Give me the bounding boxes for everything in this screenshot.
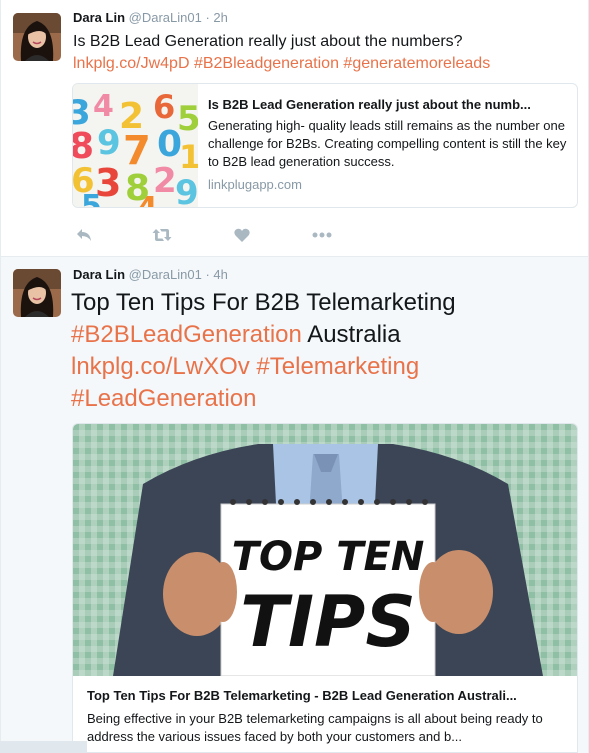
avatar[interactable] xyxy=(13,13,61,61)
tweet-text: Top Ten Tips For B2B Telemarketing #B2BL… xyxy=(71,287,581,415)
card-title[interactable]: Is B2B Lead Generation really just about… xyxy=(208,96,570,113)
link-card[interactable]: TOP TEN TIPS Top Ten Tips For B2B Telema… xyxy=(72,423,578,753)
svg-text:1: 1 xyxy=(179,138,198,176)
tweet[interactable]: Dara Lin @DaraLin01 · 2h Is B2B Lead Gen… xyxy=(0,0,589,257)
tweet-header: Dara Lin @DaraLin01 · 4h xyxy=(73,267,228,282)
card-body: Top Ten Tips For B2B Telemarketing - B2B… xyxy=(87,687,567,746)
tweet-header: Dara Lin @DaraLin01 · 2h xyxy=(73,10,228,25)
tweet-text-line: Is B2B Lead Generation really just about… xyxy=(73,33,463,50)
short-link[interactable]: lnkplg.co/Jw4pD xyxy=(73,55,190,72)
author-name[interactable]: Dara Lin xyxy=(73,10,125,25)
svg-text:9: 9 xyxy=(175,173,198,208)
avatar[interactable] xyxy=(13,269,61,317)
separator: · xyxy=(205,10,210,25)
timestamp[interactable]: 2h xyxy=(213,10,227,25)
card-title[interactable]: Top Ten Tips For B2B Telemarketing - B2B… xyxy=(87,687,567,704)
svg-text:4: 4 xyxy=(93,89,114,124)
reply-icon[interactable] xyxy=(73,226,95,244)
hashtag-link[interactable]: #B2BLeadGeneration xyxy=(71,321,302,348)
sign-text-line1: TOP TEN xyxy=(232,534,425,580)
hashtag-link[interactable]: #Telemarketing xyxy=(256,353,419,380)
like-icon[interactable] xyxy=(231,226,253,244)
horizontal-scrollbar[interactable] xyxy=(0,741,87,753)
tweet-text: Is B2B Lead Generation really just about… xyxy=(73,31,573,75)
tweet[interactable]: Dara Lin @DaraLin01 · 4h Top Ten Tips Fo… xyxy=(0,257,589,753)
author-name[interactable]: Dara Lin xyxy=(73,267,125,282)
hashtag-link[interactable]: #LeadGeneration xyxy=(71,385,256,412)
card-description: Generating high- quality leads still rem… xyxy=(208,118,567,169)
link-card[interactable]: 3 4 2 6 5 8 9 7 0 1 6 3 8 2 9 5 4 xyxy=(72,83,578,208)
hashtag-link[interactable]: #generatemoreleads xyxy=(343,55,490,72)
svg-text:9: 9 xyxy=(97,123,121,163)
author-handle[interactable]: @DaraLin01 xyxy=(129,267,202,282)
tweet-text-segment: Top Ten Tips For B2B Telemarketing xyxy=(71,289,456,316)
retweet-icon[interactable] xyxy=(151,226,173,244)
hashtag-link[interactable]: #B2Bleadgeneration xyxy=(194,55,339,72)
card-body: Is B2B Lead Generation really just about… xyxy=(208,96,570,192)
card-domain: linkplugapp.com xyxy=(208,177,302,192)
svg-text:4: 4 xyxy=(137,191,158,208)
card-description: Being effective in your B2B telemarketin… xyxy=(87,711,543,744)
short-link[interactable]: lnkplg.co/LwXOv xyxy=(71,353,250,380)
tweet-text-segment: Australia xyxy=(307,321,401,348)
card-thumbnail: 3 4 2 6 5 8 9 7 0 1 6 3 8 2 9 5 4 xyxy=(73,84,198,208)
svg-text:6: 6 xyxy=(153,88,175,126)
svg-text:5: 5 xyxy=(81,189,102,208)
separator: · xyxy=(205,267,210,282)
timestamp[interactable]: 4h xyxy=(213,267,227,282)
author-handle[interactable]: @DaraLin01 xyxy=(129,10,202,25)
card-image: TOP TEN TIPS xyxy=(73,424,577,676)
sign-text-line2: TIPS xyxy=(240,581,416,663)
more-icon[interactable] xyxy=(311,226,333,244)
